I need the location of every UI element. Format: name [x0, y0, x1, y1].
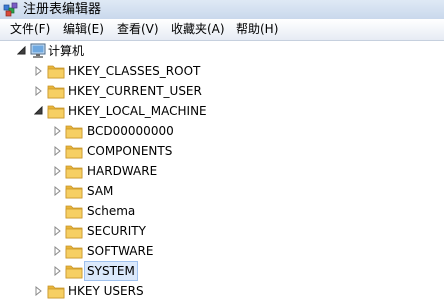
tree-label: HKEY_LOCAL_MACHINE: [68, 104, 207, 118]
expand-arrow-icon[interactable]: [34, 86, 43, 96]
folder-icon: [65, 183, 83, 199]
tree-label: Schema: [87, 204, 136, 218]
folder-icon: [65, 203, 83, 219]
collapse-arrow-icon[interactable]: [34, 106, 43, 116]
expand-arrow-icon[interactable]: [53, 166, 62, 176]
folder-icon: [65, 163, 83, 179]
menu-view[interactable]: 查看(V): [117, 21, 159, 38]
tree-node-bcd[interactable]: BCD00000000: [0, 121, 200, 141]
expand-arrow-icon[interactable]: [53, 186, 62, 196]
tree-label: HKEY_CURRENT_USER: [68, 84, 202, 98]
tree-label: HARDWARE: [87, 164, 158, 178]
tree-label: HKEY_CLASSES_ROOT: [68, 64, 201, 78]
tree-node-components[interactable]: COMPONENTS: [0, 141, 200, 161]
expand-arrow-icon[interactable]: [53, 246, 62, 256]
expand-arrow-icon[interactable]: [53, 126, 62, 136]
tree-label-selected: SYSTEM: [84, 261, 138, 281]
tree-node-schema[interactable]: Schema: [0, 201, 200, 221]
tree-node-hkcu[interactable]: HKEY_CURRENT_USER: [0, 81, 240, 101]
tree-label: SECURITY: [87, 224, 146, 238]
title-bar: 注册表编辑器: [0, 0, 444, 19]
menu-file[interactable]: 文件(F): [10, 21, 50, 38]
folder-icon: [65, 223, 83, 239]
menu-help[interactable]: 帮助(H): [236, 21, 278, 38]
tree-label: COMPONENTS: [87, 144, 173, 158]
folder-icon: [47, 103, 65, 119]
tree-node-security[interactable]: SECURITY: [0, 221, 200, 241]
collapse-arrow-icon[interactable]: [17, 46, 26, 56]
expand-arrow-icon[interactable]: [34, 66, 43, 76]
expand-arrow-icon[interactable]: [53, 146, 62, 156]
tree-label: SOFTWARE: [87, 244, 154, 258]
menu-edit[interactable]: 编辑(E): [63, 21, 104, 38]
window-title: 注册表编辑器: [23, 2, 102, 17]
tree-node-system[interactable]: SYSTEM: [0, 261, 200, 281]
folder-icon: [65, 243, 83, 259]
tree-node-hardware[interactable]: HARDWARE: [0, 161, 200, 181]
folder-icon: [47, 83, 65, 99]
tree-node-hku[interactable]: HKEY USERS: [0, 281, 240, 301]
tree-node-sam[interactable]: SAM: [0, 181, 200, 201]
tree-node-software[interactable]: SOFTWARE: [0, 241, 200, 261]
computer-icon: [30, 43, 46, 58]
menu-favorites[interactable]: 收藏夹(A): [171, 21, 225, 38]
regedit-app-icon: [3, 2, 18, 17]
tree-label: BCD00000000: [87, 124, 174, 138]
folder-icon: [65, 143, 83, 159]
tree-label: SAM: [87, 184, 114, 198]
expand-arrow-icon[interactable]: [53, 226, 62, 236]
expand-arrow-icon[interactable]: [34, 286, 43, 296]
menu-bar: 文件(F) 编辑(E) 查看(V) 收藏夹(A) 帮助(H): [0, 19, 444, 41]
registry-tree: 计算机 HKEY_CLASSES_ROOT HKEY_CURRENT_USER …: [0, 41, 444, 297]
folder-icon: [47, 63, 65, 79]
folder-icon: [65, 263, 83, 279]
tree-node-hkcr[interactable]: HKEY_CLASSES_ROOT: [0, 61, 240, 81]
tree-node-hklm[interactable]: HKEY_LOCAL_MACHINE: [0, 101, 240, 121]
tree-node-computer[interactable]: 计算机: [0, 41, 200, 61]
tree-label: HKEY USERS: [68, 284, 144, 298]
expand-arrow-icon[interactable]: [53, 266, 62, 276]
folder-icon: [65, 123, 83, 139]
tree-label: 计算机: [48, 44, 85, 58]
